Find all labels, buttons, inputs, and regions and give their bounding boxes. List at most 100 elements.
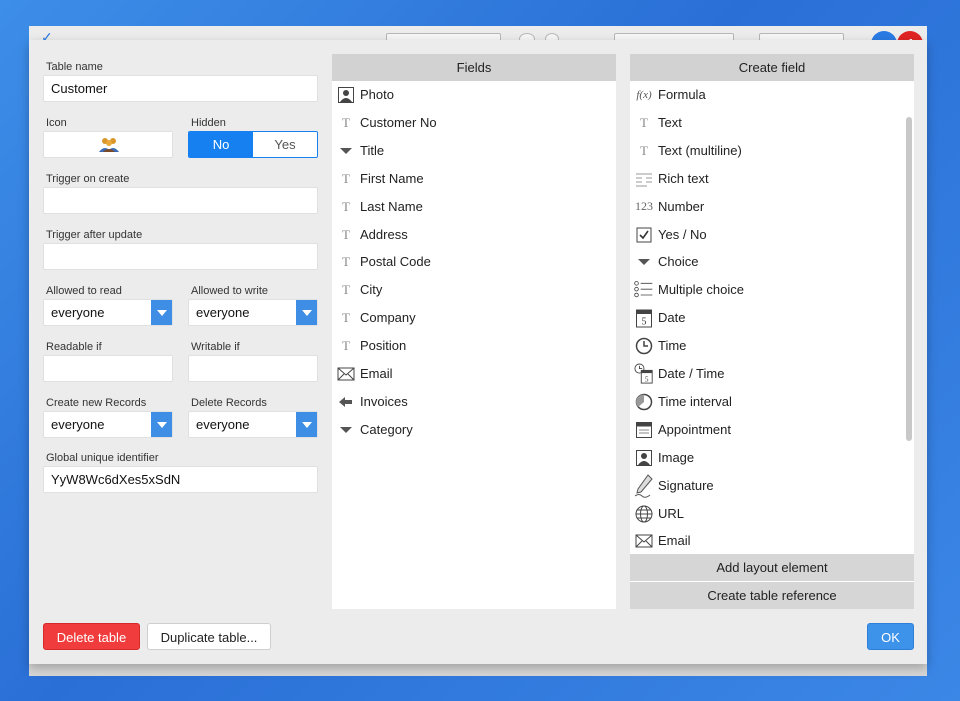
chevron-down-icon[interactable] <box>151 300 172 325</box>
field-list-item-label: Invoices <box>360 393 408 409</box>
text-icon: T <box>342 114 350 130</box>
create-field-item[interactable]: 5 Date <box>630 304 914 332</box>
add-layout-element-button[interactable]: Add layout element <box>630 554 914 581</box>
allowed-read-select[interactable]: everyone <box>43 299 173 326</box>
field-list-item-label: Address <box>360 226 408 242</box>
create-field-item[interactable]: f(x) Formula <box>630 81 914 109</box>
create-field-item-label: Email <box>658 533 691 549</box>
field-list-item-label: Category <box>360 421 413 437</box>
create-field-item[interactable]: Multiple choice <box>630 276 914 304</box>
create-field-item[interactable]: 5 Date / Time <box>630 360 914 388</box>
scrollbar[interactable] <box>906 117 912 441</box>
text-icon: T <box>640 142 648 158</box>
field-list-item[interactable]: T City <box>332 276 616 304</box>
create-field-item-label: Text (multiline) <box>658 142 742 158</box>
field-list-item[interactable]: Category <box>332 416 616 444</box>
appointment-icon <box>634 420 654 440</box>
ok-button[interactable]: OK <box>867 623 914 650</box>
guid-input[interactable]: YyW8Wc6dXes5xSdN <box>43 466 318 493</box>
duplicate-table-button[interactable]: Duplicate table... <box>147 623 271 650</box>
create-field-item[interactable]: Appointment <box>630 416 914 444</box>
chevron-down-icon[interactable] <box>296 300 317 325</box>
create-field-item[interactable]: Time <box>630 332 914 360</box>
allowed-read-value: everyone <box>51 305 105 320</box>
readable-if-input[interactable] <box>43 355 173 382</box>
writable-if-input[interactable] <box>188 355 318 382</box>
field-list-item[interactable]: T Company <box>332 304 616 332</box>
create-field-item[interactable]: Signature <box>630 472 914 500</box>
text-icon: T <box>342 198 350 214</box>
trigger-create-input[interactable] <box>43 187 318 214</box>
field-list-item[interactable]: Title <box>332 137 616 165</box>
table-settings-dialog: Table name Customer Icon Hidden No Yes T… <box>29 40 927 664</box>
fields-panel-title: Fields <box>332 54 616 81</box>
svg-text:5: 5 <box>642 317 647 328</box>
create-field-item[interactable]: Time interval <box>630 388 914 416</box>
chevron-down-icon[interactable] <box>151 412 172 437</box>
field-list-item[interactable]: T First Name <box>332 165 616 193</box>
chevron-down-icon[interactable] <box>296 412 317 437</box>
create-field-item[interactable]: T Text <box>630 109 914 137</box>
create-field-item-label: Formula <box>658 87 706 102</box>
field-list-item-label: Last Name <box>360 198 423 214</box>
multiple-choice-icon <box>634 280 654 300</box>
allowed-write-select[interactable]: everyone <box>188 299 318 326</box>
allowed-write-value: everyone <box>196 305 250 320</box>
hidden-yes-option[interactable]: Yes <box>253 132 317 157</box>
create-field-item[interactable]: 123 Number <box>630 193 914 221</box>
people-icon <box>99 138 119 152</box>
create-records-select[interactable]: everyone <box>43 411 173 438</box>
field-list-item[interactable]: T Last Name <box>332 193 616 221</box>
interval-icon <box>634 392 654 412</box>
field-list-item[interactable]: Photo <box>332 81 616 109</box>
icon-label: Icon <box>46 117 67 129</box>
create-records-label: Create new Records <box>46 397 147 409</box>
checkbox-icon <box>634 225 654 245</box>
create-field-item[interactable]: URL <box>630 500 914 528</box>
photo-icon <box>336 85 356 105</box>
create-field-item-label: Date <box>658 310 686 326</box>
field-list-item-label: Postal Code <box>360 254 431 270</box>
trigger-update-input[interactable] <box>43 243 318 270</box>
create-field-item[interactable]: Rich text <box>630 165 914 193</box>
field-list-item[interactable]: T Customer No <box>332 109 616 137</box>
hidden-toggle[interactable]: No Yes <box>188 131 318 158</box>
text-icon: T <box>342 338 350 354</box>
hidden-no-option[interactable]: No <box>189 132 253 157</box>
text-icon: T <box>640 114 648 130</box>
trigger-create-label: Trigger on create <box>46 173 130 185</box>
field-list-item[interactable]: T Position <box>332 332 616 360</box>
field-list-item[interactable]: Invoices <box>332 388 616 416</box>
delete-table-button[interactable]: Delete table <box>43 623 140 650</box>
delete-records-select[interactable]: everyone <box>188 411 318 438</box>
field-list-item-label: Title <box>360 142 385 158</box>
create-field-item-label: Time <box>658 338 687 354</box>
email-icon <box>336 364 356 384</box>
create-field-title: Create field <box>630 54 914 81</box>
create-field-item[interactable]: T Text (multiline) <box>630 137 914 165</box>
trigger-update-label: Trigger after update <box>46 229 143 241</box>
email-icon <box>634 531 654 551</box>
create-field-item-label: Text <box>658 114 682 130</box>
text-icon: T <box>342 170 350 186</box>
create-records-value: everyone <box>51 417 105 432</box>
create-field-panel: Create field f(x) Formula T Text T Text (mult… <box>630 54 914 609</box>
field-list-item-label: First Name <box>360 170 424 186</box>
field-list-item-label: Photo <box>360 87 394 102</box>
hidden-label: Hidden <box>191 117 226 129</box>
icon-picker[interactable] <box>43 131 173 158</box>
create-field-item[interactable]: Email <box>630 527 914 551</box>
create-field-item-label: Number <box>658 198 705 214</box>
create-table-reference-button[interactable]: Create table reference <box>630 582 914 609</box>
create-field-item[interactable]: Choice <box>630 248 914 276</box>
rich-text-icon <box>634 169 654 189</box>
field-list-item[interactable]: Email <box>332 360 616 388</box>
text-icon: T <box>342 310 350 326</box>
svg-text:5: 5 <box>645 375 649 383</box>
table-name-input[interactable]: Customer <box>43 75 318 102</box>
guid-label: Global unique identifier <box>46 452 159 464</box>
create-field-item[interactable]: Image <box>630 444 914 472</box>
create-field-item[interactable]: Yes / No <box>630 221 914 249</box>
field-list-item[interactable]: T Address <box>332 221 616 249</box>
field-list-item[interactable]: T Postal Code <box>332 248 616 276</box>
